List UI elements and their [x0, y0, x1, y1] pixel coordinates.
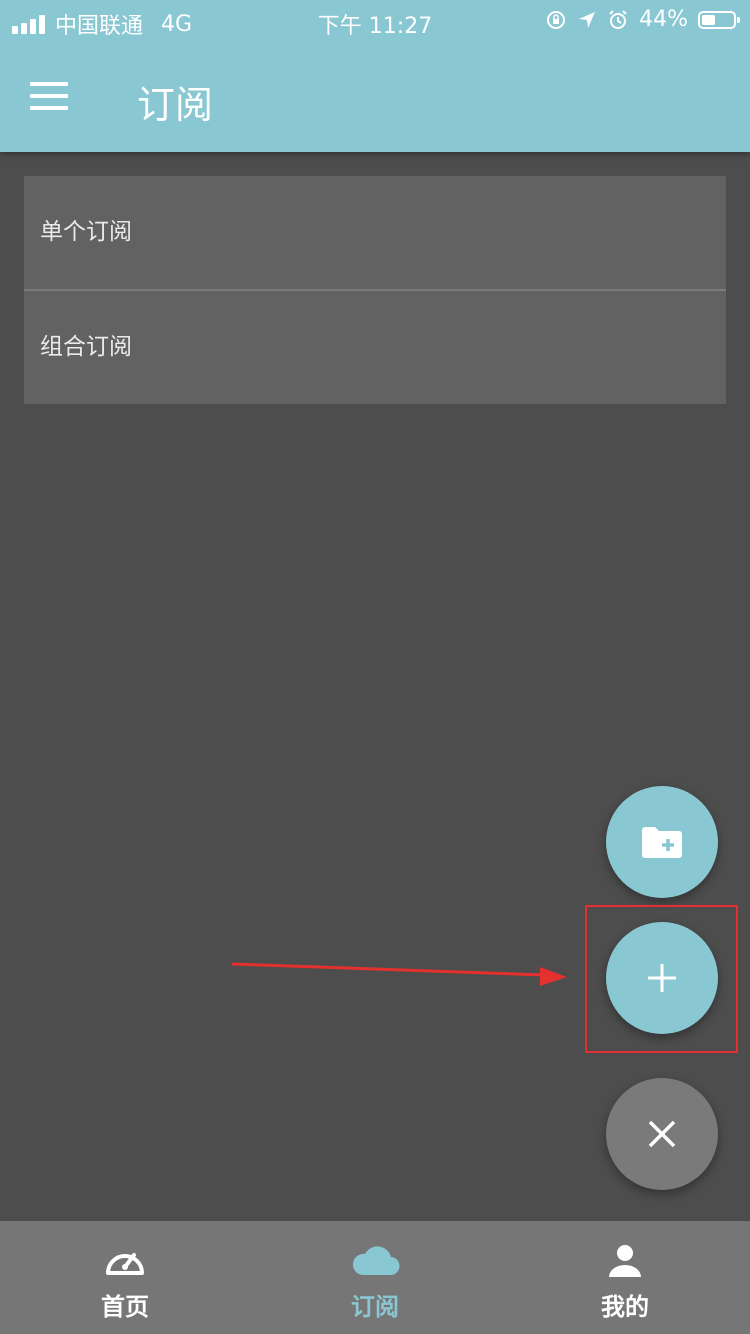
nav-tab-subscription[interactable]: 订阅: [250, 1221, 500, 1334]
status-bar-right: 44%: [545, 7, 740, 32]
cloud-icon: [352, 1246, 400, 1276]
battery-percent: 44%: [639, 7, 688, 32]
speedometer-icon: [106, 1253, 144, 1275]
user-icon: [609, 1245, 641, 1277]
battery-level-fill: [702, 14, 715, 25]
nav-tab-subscription-label: 订阅: [351, 1293, 399, 1321]
battery-icon: [698, 10, 740, 29]
annotation-arrow: [231, 962, 567, 986]
orientation-lock-icon: [547, 10, 566, 29]
bottom-navigation: 首页 订阅 我的: [0, 1221, 750, 1334]
nav-tab-mine-label: 我的: [601, 1293, 649, 1321]
page-title: 订阅: [137, 83, 214, 127]
status-bar: 中国联通 4G 下午 11:27 44%: [0, 0, 750, 40]
location-icon: [579, 11, 596, 28]
nav-tab-home-label: 首页: [101, 1293, 149, 1321]
app-header: 中国联通 4G 下午 11:27 44% 订阅: [0, 0, 750, 152]
hamburger-menu-icon[interactable]: [30, 82, 68, 112]
alarm-icon: [609, 9, 627, 29]
nav-tab-mine[interactable]: 我的: [500, 1221, 750, 1334]
nav-tab-home[interactable]: 首页: [0, 1221, 250, 1334]
